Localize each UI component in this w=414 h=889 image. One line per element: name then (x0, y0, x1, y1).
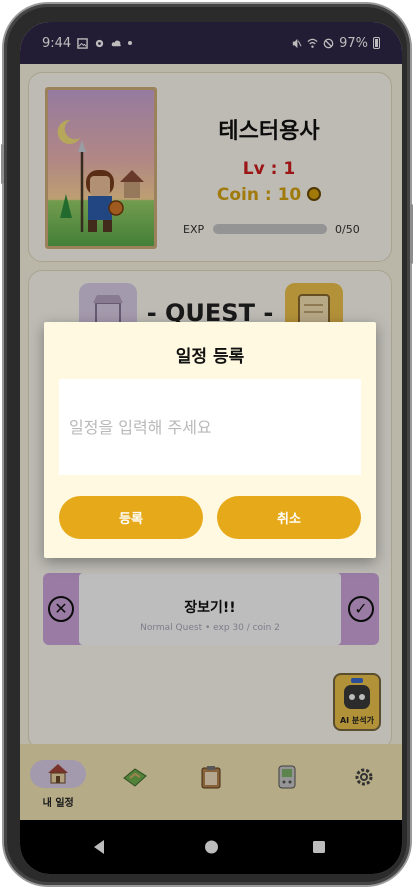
dialog-title: 일정 등록 (175, 347, 245, 367)
schedule-input[interactable] (59, 379, 361, 475)
power-button (410, 204, 413, 264)
schedule-register-dialog: 일정 등록 등록 취소 (44, 322, 376, 558)
screen: 9:44 97% 테스터용사 Lv: 1 Coin: 10 EXP 0/50… (20, 22, 402, 874)
register-button[interactable]: 등록 (59, 496, 203, 539)
phone-frame: 9:44 97% 테스터용사 Lv: 1 Coin: 10 EXP 0/50… (1, 4, 413, 885)
cancel-button[interactable]: 취소 (217, 496, 361, 539)
volume-button (1, 144, 4, 184)
